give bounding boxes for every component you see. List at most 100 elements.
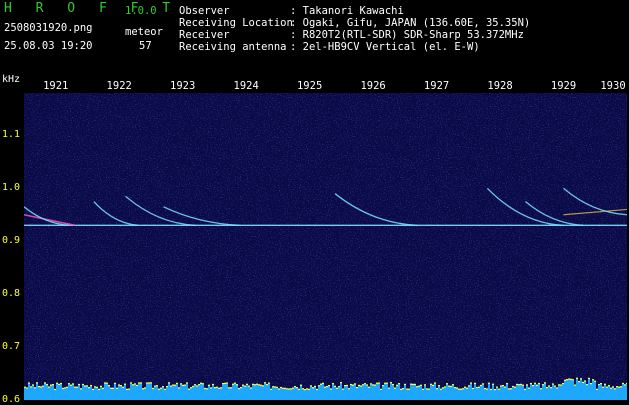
level-bar — [136, 384, 138, 400]
level-bar — [540, 388, 542, 400]
level-bar — [58, 383, 60, 400]
level-bar — [442, 387, 444, 400]
level-bar — [362, 384, 364, 400]
level-bar — [116, 387, 118, 400]
level-bar-peak — [62, 387, 64, 390]
level-bar — [42, 385, 44, 400]
x-tick-label: 1927 — [423, 80, 450, 92]
level-bar-peak — [422, 388, 424, 390]
level-bar-peak — [90, 385, 92, 387]
level-bar-peak — [310, 385, 312, 387]
level-bar — [296, 387, 298, 400]
y-axis-unit: kHz — [2, 74, 21, 85]
level-bar-peak — [208, 384, 210, 386]
level-bar — [56, 382, 58, 400]
level-bar — [34, 387, 36, 400]
level-bar-peak — [106, 382, 108, 384]
level-bar — [566, 379, 568, 400]
y-tick-label: 0.9 — [2, 235, 21, 247]
level-bar-peak — [424, 384, 426, 386]
level-bar — [180, 383, 182, 400]
level-bar-peak — [608, 385, 610, 387]
level-bar-peak — [128, 388, 130, 390]
level-bar — [612, 386, 614, 400]
level-bar — [298, 388, 300, 400]
level-bar — [420, 384, 422, 400]
level-bar — [314, 385, 316, 400]
level-bar-peak — [114, 382, 116, 385]
level-bar — [438, 385, 440, 400]
level-bar — [216, 386, 218, 400]
level-bar-peak — [510, 388, 512, 390]
level-bar — [244, 385, 246, 400]
level-bar — [106, 382, 108, 400]
level-bar — [430, 383, 432, 400]
level-bar-peak — [484, 387, 486, 390]
level-bar — [582, 381, 584, 400]
file-name: 2508031920.png — [4, 22, 93, 34]
level-bar — [356, 386, 358, 400]
level-bar-peak — [488, 382, 490, 384]
level-bar — [536, 384, 538, 400]
level-bar-peak — [504, 386, 506, 388]
level-bar — [408, 388, 410, 400]
level-bar-peak — [190, 387, 192, 389]
level-bar-peak — [124, 383, 126, 385]
level-bar-peak — [360, 385, 362, 387]
level-bar-peak — [554, 385, 556, 387]
level-bar-peak — [170, 385, 172, 387]
level-bar-peak — [314, 385, 316, 388]
level-bar-peak — [380, 388, 382, 390]
level-bar-peak — [322, 382, 324, 384]
y-tick-label: 0.7 — [2, 341, 21, 353]
level-bar — [494, 388, 496, 400]
level-bar-peak — [156, 385, 158, 387]
level-bar — [322, 382, 324, 400]
level-bar-peak — [154, 385, 156, 387]
level-bar — [204, 387, 206, 400]
level-bar-peak — [76, 386, 78, 388]
level-bar — [282, 387, 284, 400]
level-bar — [242, 384, 244, 400]
level-bar — [472, 387, 474, 400]
level-bar-peak — [34, 387, 36, 389]
level-bar — [558, 384, 560, 400]
info-key-location: Receiving Location — [179, 17, 293, 29]
level-bar-peak — [600, 382, 602, 385]
level-bar-peak — [238, 388, 240, 390]
level-bar — [272, 386, 274, 400]
x-tick-label: 1922 — [106, 80, 132, 92]
level-bar-peak — [206, 388, 208, 390]
level-bar-peak — [460, 388, 462, 390]
level-bar — [560, 384, 562, 400]
level-bar — [508, 388, 510, 400]
level-bar — [122, 386, 124, 400]
level-bar-peak — [182, 384, 184, 387]
level-bar-peak — [536, 384, 538, 386]
level-bar — [64, 387, 66, 400]
level-bar-peak — [298, 388, 300, 390]
level-bar — [102, 387, 104, 400]
level-bar-peak — [618, 386, 620, 388]
level-bar-peak — [450, 385, 452, 388]
level-bar-peak — [192, 385, 194, 388]
level-bar — [226, 382, 228, 400]
level-bar — [88, 387, 90, 400]
level-bar — [622, 382, 624, 400]
level-bar-peak — [512, 385, 514, 388]
level-bar — [152, 387, 154, 400]
level-bar — [302, 388, 304, 400]
level-bar-peak — [248, 385, 250, 387]
level-bar-peak — [520, 383, 522, 386]
level-bar-peak — [284, 387, 286, 389]
level-bar — [432, 384, 434, 400]
level-bar-peak — [458, 388, 460, 390]
level-bar — [104, 382, 106, 400]
level-bar-peak — [590, 383, 592, 385]
level-bar — [86, 385, 88, 400]
level-bar-peak — [546, 387, 548, 389]
level-bar-peak — [564, 379, 566, 381]
level-bar-peak — [620, 386, 622, 388]
level-bar — [422, 388, 424, 400]
x-tick-label: 1924 — [233, 80, 259, 92]
